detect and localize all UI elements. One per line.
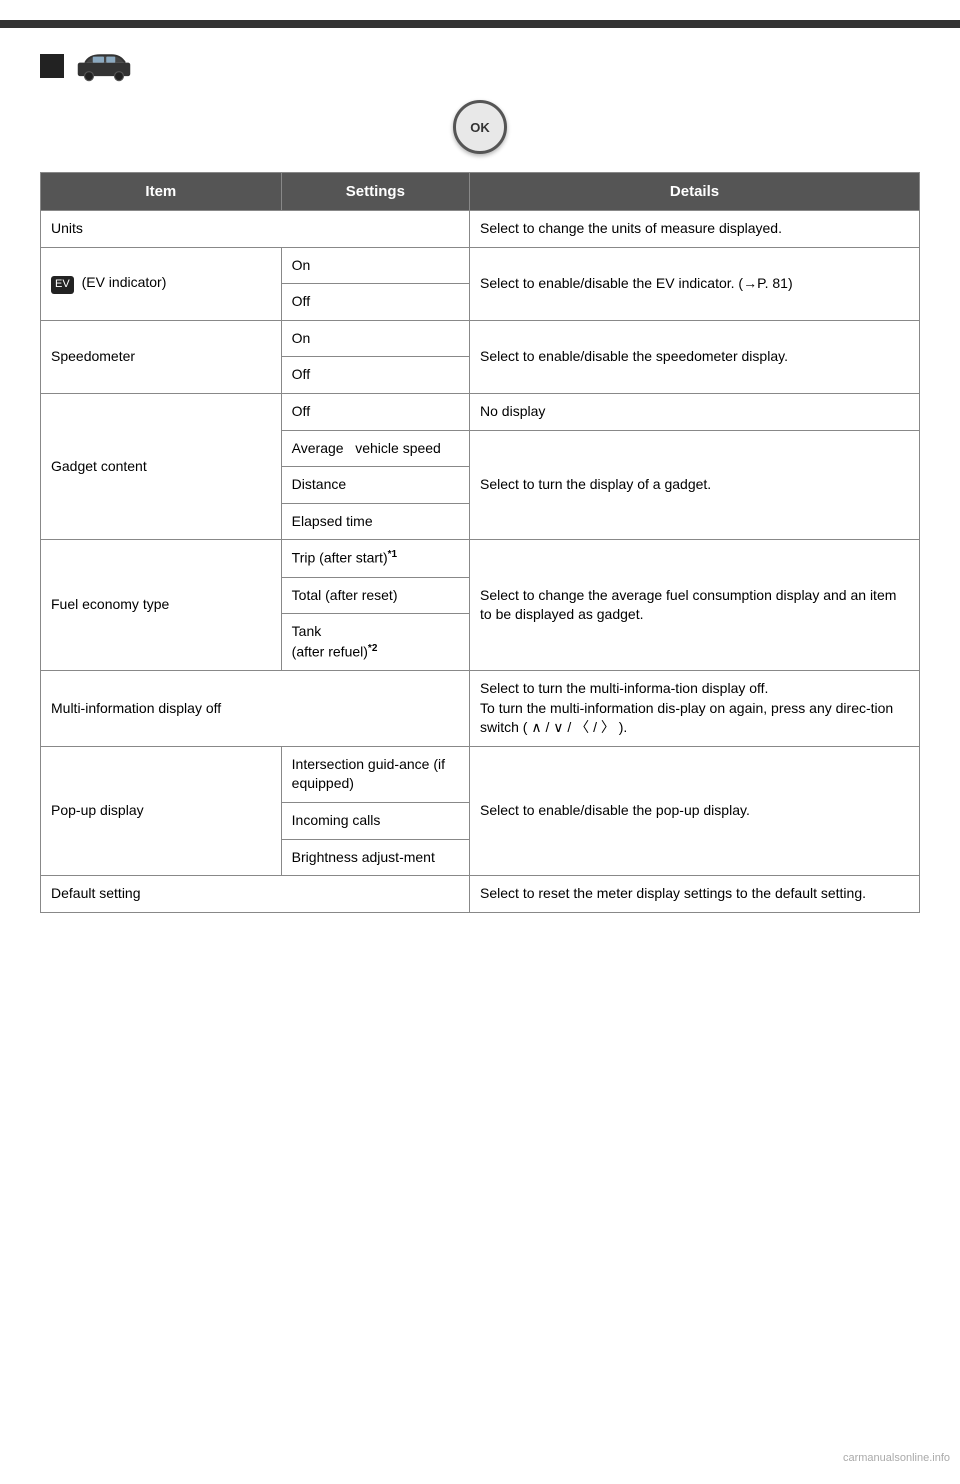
settings-ev-on: On [281,247,469,284]
settings-fuel-total: Total (after reset) [281,577,469,614]
item-ev-indicator: EV (EV indicator) [41,247,282,320]
item-fuel: Fuel economy type [41,540,282,671]
table-row: Fuel economy type Trip (after start)*1 S… [41,540,920,577]
item-default: Default setting [41,876,470,913]
item-units: Units [41,211,470,248]
details-speedometer: Select to enable/disable the speedometer… [470,320,920,393]
settings-popup-calls: Incoming calls [281,803,469,840]
main-table: Item Settings Details Units Select to ch… [40,172,920,913]
settings-ev-off: Off [281,284,469,321]
details-default: Select to reset the meter display settin… [470,876,920,913]
header-details: Details [470,173,920,211]
item-gadget: Gadget content [41,393,282,539]
settings-gadget-avg: Average vehicle speed [281,430,469,467]
table-row: EV (EV indicator) On Select to enable/di… [41,247,920,284]
table-row: Gadget content Off No display [41,393,920,430]
table-header-row: Item Settings Details [41,173,920,211]
details-gadget: Select to turn the display of a gadget. [470,430,920,540]
settings-popup-intersection: Intersection guid-ance (if equipped) [281,746,469,802]
header-settings: Settings [281,173,469,211]
table-row: Default setting Select to reset the mete… [41,876,920,913]
table-row: Pop-up display Intersection guid-ance (i… [41,746,920,802]
settings-speed-on: On [281,320,469,357]
page: OK Item Settings Details Units Select to… [0,0,960,1484]
ok-button[interactable]: OK [453,100,507,154]
details-fuel: Select to change the average fuel consum… [470,540,920,671]
car-icon [74,48,134,84]
superscript-2: *2 [368,643,377,654]
settings-gadget-elapsed: Elapsed time [281,503,469,540]
settings-speed-off: Off [281,357,469,394]
settings-gadget-off: Off [281,393,469,430]
table-row: Speedometer On Select to enable/disable … [41,320,920,357]
settings-popup-brightness: Brightness adjust-ment [281,839,469,876]
ok-button-container: OK [40,100,920,154]
details-gadget-off: No display [470,393,920,430]
settings-fuel-tank: Tank(after refuel)*2 [281,614,469,671]
table-row: Units Select to change the units of meas… [41,211,920,248]
details-multiinfo: Select to turn the multi-informa-tion di… [470,671,920,747]
settings-gadget-dist: Distance [281,467,469,504]
watermark: carmanualsonline.info [843,1452,950,1464]
superscript-1: *1 [388,549,397,560]
black-square-icon [40,54,64,78]
header-item: Item [41,173,282,211]
item-speedometer: Speedometer [41,320,282,393]
details-units: Select to change the units of measure di… [470,211,920,248]
ok-label: OK [470,120,490,135]
top-bar [0,20,960,28]
settings-fuel-trip: Trip (after start)*1 [281,540,469,577]
details-popup: Select to enable/disable the pop-up disp… [470,746,920,875]
details-ev: Select to enable/disable the EV indicato… [470,247,920,320]
ev-icon: EV [51,276,74,293]
item-popup: Pop-up display [41,746,282,875]
item-multiinfo: Multi-information display off [41,671,470,747]
header-icons [40,48,920,84]
table-row: Multi-information display off Select to … [41,671,920,747]
